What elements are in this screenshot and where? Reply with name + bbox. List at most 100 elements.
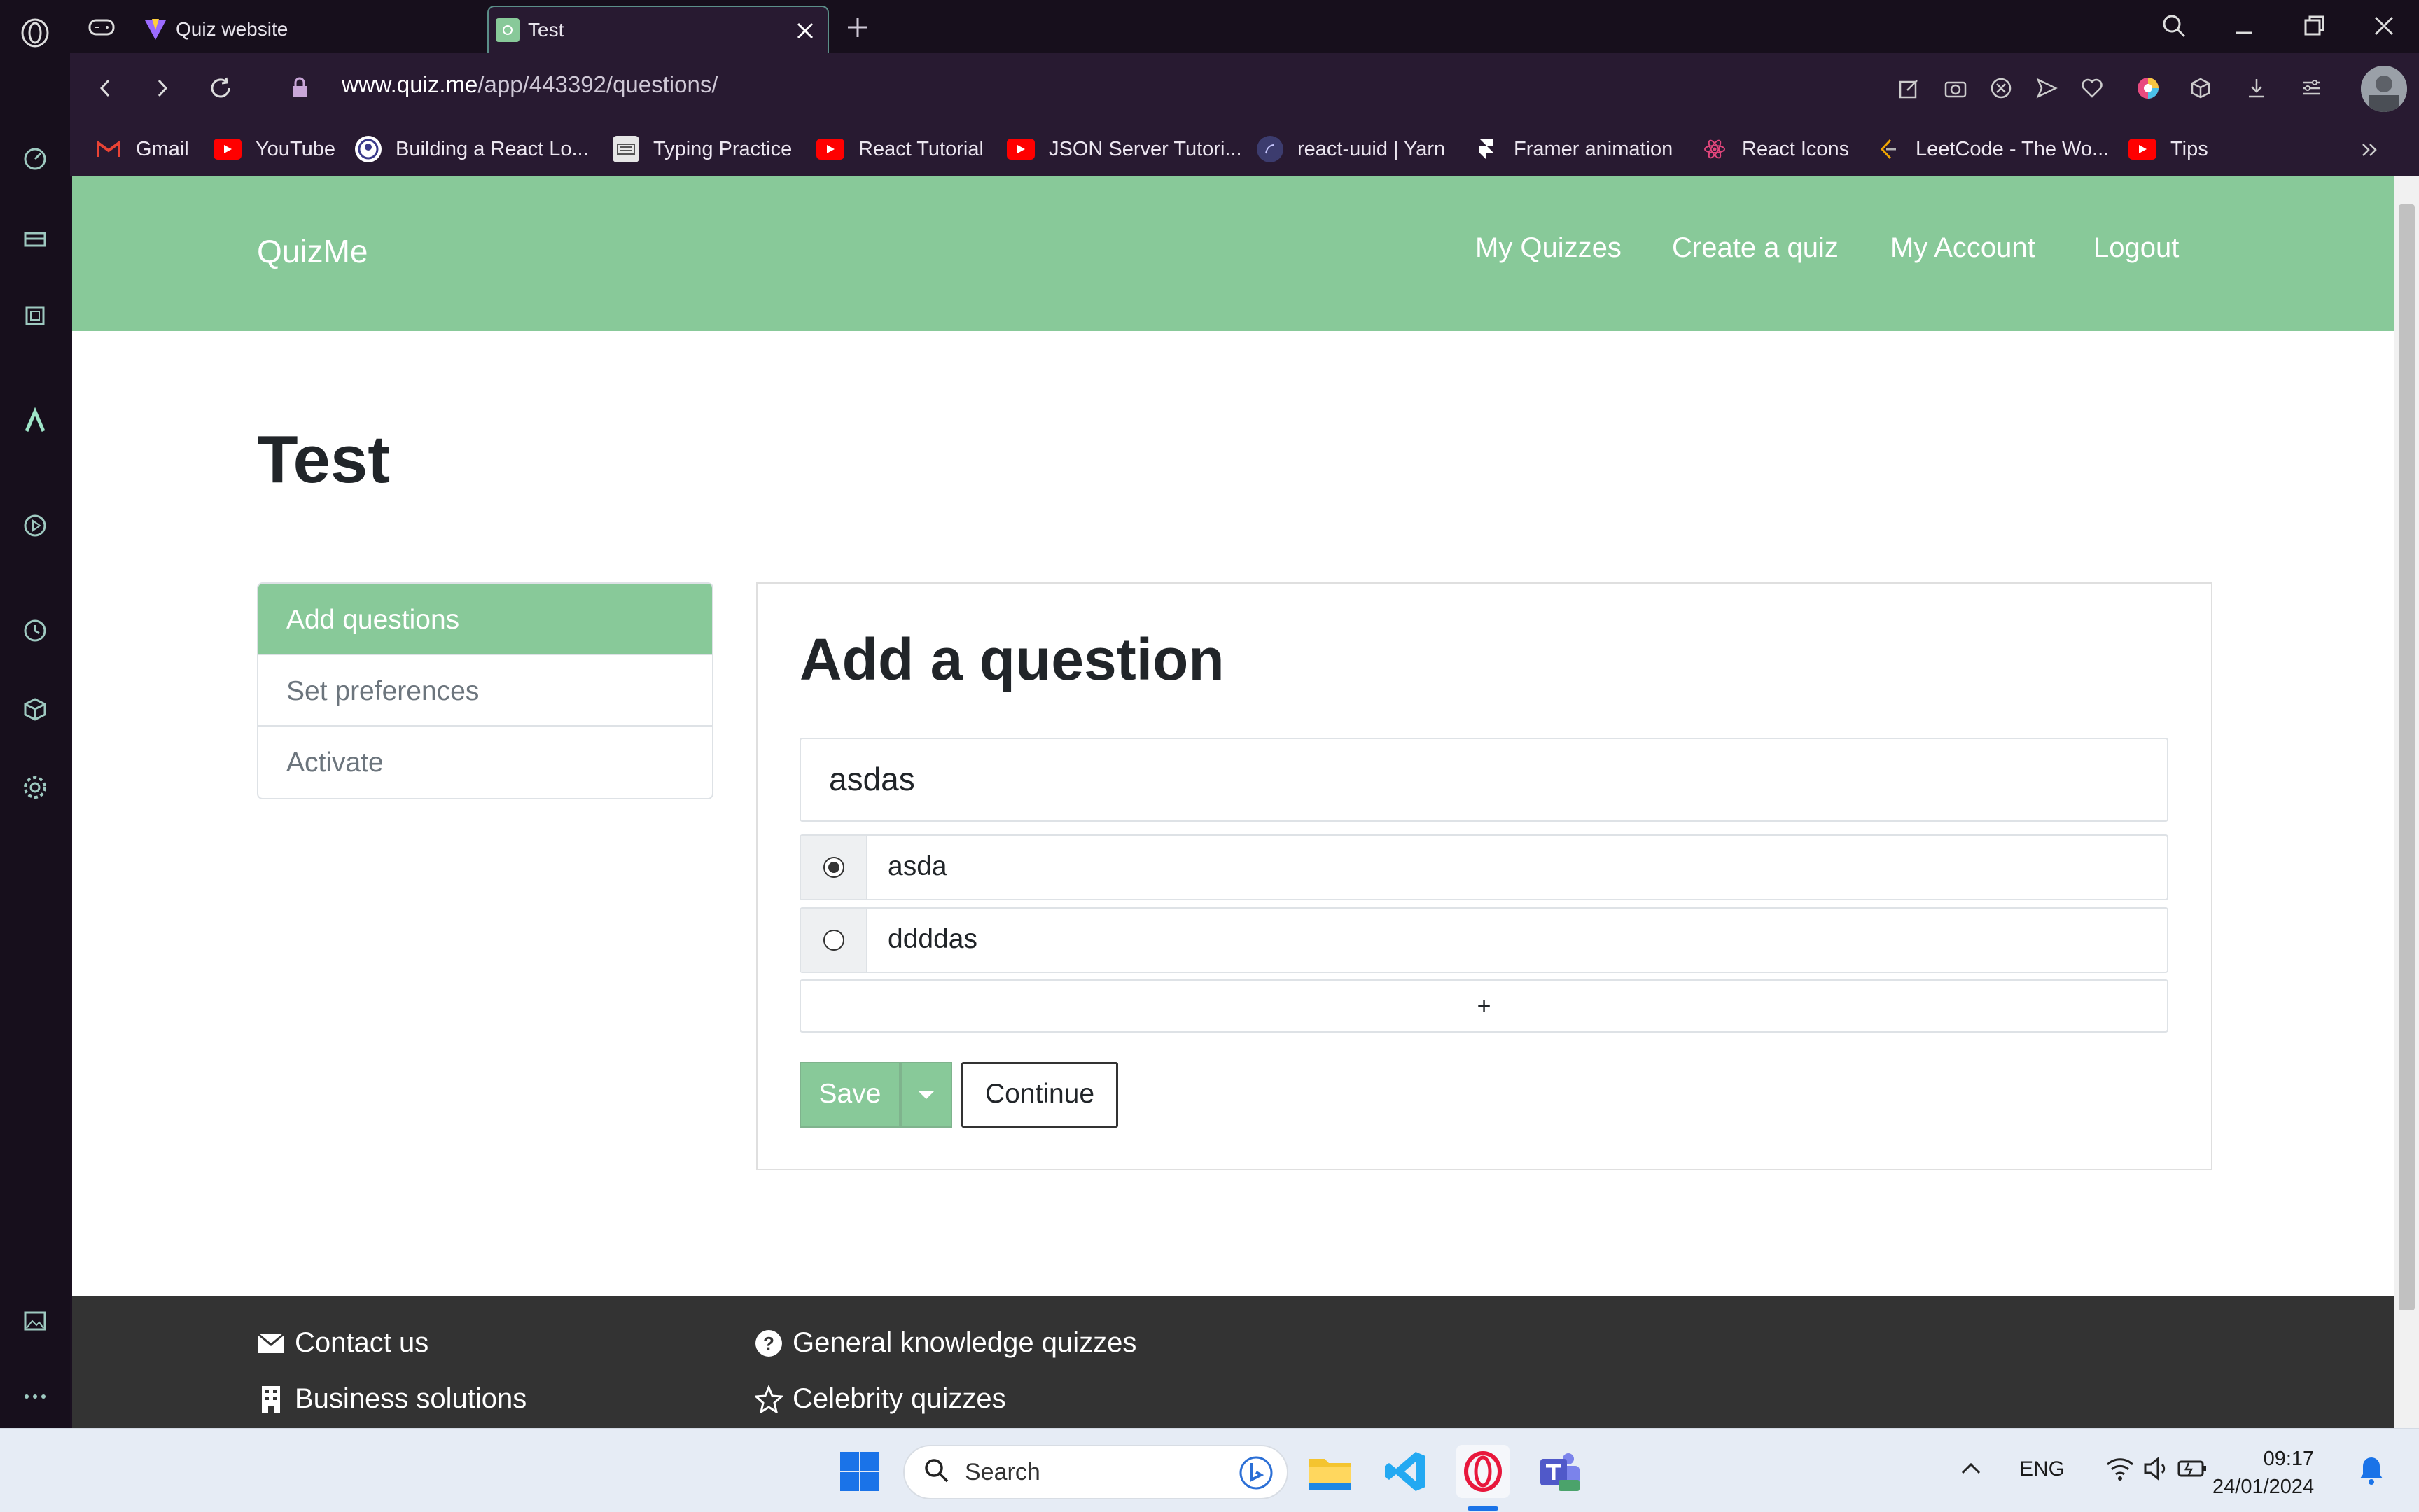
gamepad-icon[interactable] xyxy=(84,10,119,45)
step-set-preferences[interactable]: Set preferences xyxy=(258,655,712,727)
file-explorer-icon[interactable] xyxy=(1304,1445,1357,1498)
url-path: /app/443392/questions/ xyxy=(477,71,718,97)
volume-icon[interactable] xyxy=(2142,1455,2173,1486)
keyboard-icon xyxy=(613,136,639,162)
gallery-icon[interactable] xyxy=(18,1303,53,1338)
language-indicator[interactable]: ENG xyxy=(2019,1457,2065,1481)
page-scrollbar[interactable] xyxy=(2394,176,2419,1428)
leetcode-icon xyxy=(1875,136,1902,162)
answer-radio-selected[interactable] xyxy=(823,857,844,878)
back-icon[interactable] xyxy=(88,71,123,106)
new-tab-plus-icon[interactable] xyxy=(840,10,875,45)
download-icon[interactable] xyxy=(2240,72,2273,104)
card-title: Add a question xyxy=(800,626,1225,692)
easy-setup-icon[interactable] xyxy=(2295,72,2327,104)
more-bookmarks-chevron-icon[interactable] xyxy=(2356,136,2384,164)
extensions-cube-icon[interactable] xyxy=(18,692,53,727)
notification-bell-icon[interactable] xyxy=(2356,1453,2387,1490)
settings-gear-icon[interactable] xyxy=(18,770,53,805)
cube-icon[interactable] xyxy=(2184,72,2217,104)
bookmark-framer[interactable]: Framer animation xyxy=(1473,133,1673,165)
taskbar-search[interactable]: Search xyxy=(903,1445,1288,1499)
nav-create-quiz[interactable]: Create a quiz xyxy=(1672,232,1839,264)
close-window-icon[interactable] xyxy=(2366,8,2401,43)
step-add-questions[interactable]: Add questions xyxy=(258,584,712,655)
footer-contact-us[interactable]: Contact us xyxy=(257,1327,428,1359)
youtube-icon xyxy=(1007,139,1035,160)
save-dropdown-toggle[interactable] xyxy=(900,1062,952,1128)
profile-avatar[interactable] xyxy=(2361,66,2407,112)
add-answer-button[interactable]: + xyxy=(800,979,2168,1032)
bookmark-react-tutorial[interactable]: React Tutorial xyxy=(816,133,984,165)
nav-my-account[interactable]: My Account xyxy=(1890,232,2035,264)
forward-icon[interactable] xyxy=(144,71,179,106)
footer-general-knowledge[interactable]: ? General knowledge quizzes xyxy=(755,1327,1136,1359)
bookmark-react-uuid[interactable]: react-uuid | Yarn xyxy=(1257,133,1445,165)
minimize-icon[interactable] xyxy=(2226,8,2261,43)
footer-business-solutions[interactable]: Business solutions xyxy=(257,1383,527,1415)
more-dots-icon[interactable] xyxy=(18,1379,53,1414)
bookmark-json-server[interactable]: JSON Server Tutori... xyxy=(1007,133,1242,165)
chip-icon[interactable] xyxy=(18,298,53,333)
tab-search-icon[interactable] xyxy=(2156,8,2191,43)
site-footer: Contact us Business solutions ? General … xyxy=(72,1296,2394,1428)
heart-icon[interactable] xyxy=(2076,72,2108,104)
player-icon[interactable] xyxy=(18,508,53,543)
gmail-icon xyxy=(95,136,122,162)
bookmark-label: Tips xyxy=(2170,137,2208,160)
windows-start-icon[interactable] xyxy=(833,1445,886,1498)
continue-button[interactable]: Continue xyxy=(961,1062,1118,1128)
history-icon[interactable] xyxy=(18,613,53,648)
bookmark-react-icons[interactable]: React Icons xyxy=(1701,133,1849,165)
nav-logout[interactable]: Logout xyxy=(2093,232,2179,264)
bookmark-youtube[interactable]: YouTube xyxy=(214,133,335,165)
site-brand[interactable]: QuizMe xyxy=(257,232,368,270)
tray-chevron-up-icon[interactable] xyxy=(1957,1455,1985,1486)
color-wheel-icon[interactable] xyxy=(2132,72,2164,104)
answer-input[interactable]: asda xyxy=(888,851,947,882)
close-tab-icon[interactable] xyxy=(793,18,818,43)
battery-icon[interactable] xyxy=(2176,1455,2210,1486)
edit-snapshot-icon[interactable] xyxy=(1893,72,1925,104)
wifi-icon[interactable] xyxy=(2105,1455,2135,1486)
answer-row: ddddas xyxy=(800,907,2168,973)
question-input[interactable]: asdas xyxy=(800,738,2168,822)
bing-icon[interactable] xyxy=(1239,1456,1273,1493)
save-button[interactable]: Save xyxy=(800,1062,900,1128)
camera-icon[interactable] xyxy=(1939,72,1972,104)
opera-logo-icon[interactable] xyxy=(18,15,53,50)
send-icon[interactable] xyxy=(2030,72,2063,104)
windows-taskbar: Search ENG 09:17 24/01/2024 xyxy=(0,1428,2419,1512)
clock-time: 09:17 xyxy=(2263,1448,2315,1470)
bookmark-gmail[interactable]: Gmail xyxy=(95,133,189,165)
quizme-favicon xyxy=(496,18,520,42)
bookmark-building-react[interactable]: Building a React Lo... xyxy=(355,133,589,165)
answer-radio[interactable] xyxy=(823,930,844,951)
speed-dial-icon[interactable] xyxy=(18,140,53,175)
teams-icon[interactable] xyxy=(1533,1445,1587,1498)
workspace-icon[interactable] xyxy=(18,218,53,253)
footer-celebrity-quizzes[interactable]: Celebrity quizzes xyxy=(755,1383,1006,1415)
opera-taskbar-icon[interactable] xyxy=(1456,1445,1510,1498)
taskbar-clock[interactable]: 09:17 24/01/2024 xyxy=(2212,1445,2314,1501)
bookmark-tips[interactable]: Tips xyxy=(2128,133,2208,165)
tab-test[interactable]: Test xyxy=(487,6,829,53)
restore-icon[interactable] xyxy=(2296,8,2331,43)
vscode-icon[interactable] xyxy=(1379,1445,1432,1498)
adblock-icon[interactable] xyxy=(1985,72,2017,104)
aria-icon[interactable] xyxy=(18,404,53,439)
bookmark-leetcode[interactable]: LeetCode - The Wo... xyxy=(1875,133,2109,165)
lock-icon[interactable] xyxy=(282,71,317,106)
answer-input[interactable]: ddddas xyxy=(888,924,977,955)
bookmark-typing-practice[interactable]: Typing Practice xyxy=(613,133,792,165)
youtube-icon xyxy=(816,139,844,160)
youtube-icon xyxy=(214,139,242,160)
step-activate[interactable]: Activate xyxy=(258,727,712,798)
bookmark-label: React Tutorial xyxy=(858,137,984,160)
scrollbar-thumb[interactable] xyxy=(2399,204,2415,1310)
active-app-indicator xyxy=(1468,1506,1498,1511)
bookmark-label: LeetCode - The Wo... xyxy=(1916,137,2110,160)
reload-icon[interactable] xyxy=(203,71,238,106)
nav-my-quizzes[interactable]: My Quizzes xyxy=(1475,232,1622,264)
url-field[interactable]: www.quiz.me/app/443392/questions/ xyxy=(342,71,718,98)
